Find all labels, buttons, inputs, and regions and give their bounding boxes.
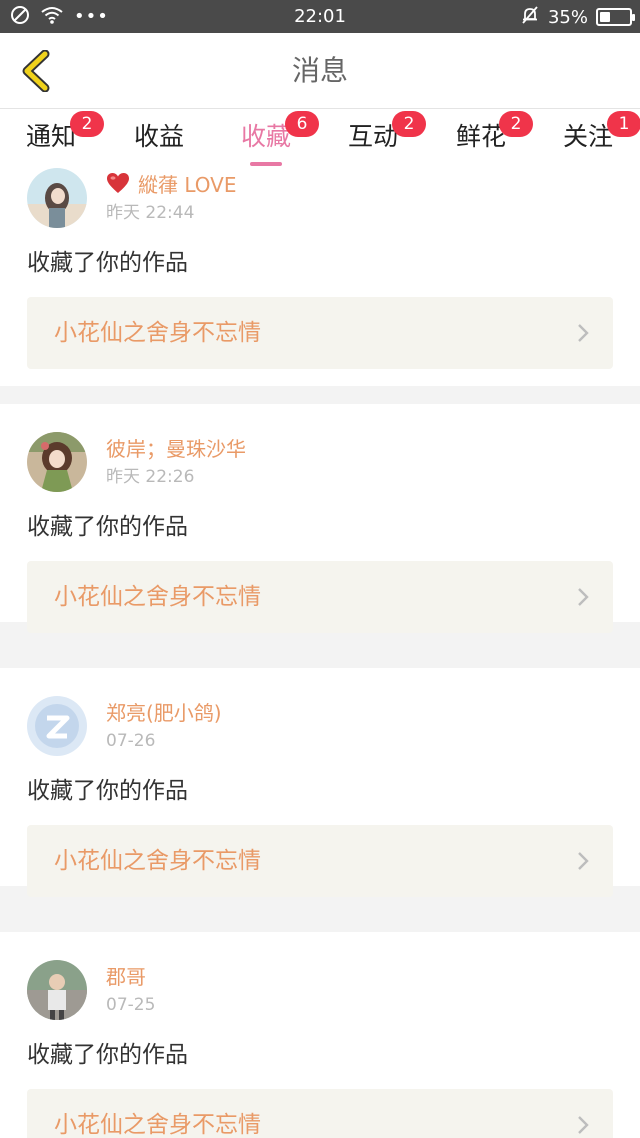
timestamp: 07-25 — [106, 995, 156, 1015]
feed-item: 彼岸；曼珠沙华 昨天 22:26 收藏了你的作品 小花仙之舍身不忘情 — [0, 404, 640, 633]
work-title: 小花仙之舍身不忘情 — [54, 320, 261, 346]
tab-earnings[interactable]: 收益 — [119, 122, 199, 168]
status-bar: ••• 22:01 35% — [0, 0, 640, 33]
chevron-right-icon — [578, 852, 589, 870]
work-link[interactable]: 小花仙之舍身不忘情 — [27, 297, 613, 369]
active-tab-indicator — [250, 162, 282, 166]
work-title: 小花仙之舍身不忘情 — [54, 584, 261, 610]
tab-label: 通知 — [25, 122, 76, 151]
nav-header: 消息 — [0, 33, 640, 109]
feed-item: 縱葎 LOVE 昨天 22:44 收藏了你的作品 小花仙之舍身不忘情 — [0, 168, 640, 386]
action-text: 收藏了你的作品 — [27, 250, 188, 276]
timestamp: 昨天 22:44 — [106, 203, 195, 223]
feed-item: 郑亮(肥小鸽) 07-26 收藏了你的作品 小花仙之舍身不忘情 — [0, 668, 640, 897]
avatar[interactable] — [27, 168, 87, 228]
tab-flowers[interactable]: 鲜花 2 — [441, 111, 533, 168]
heart-icon — [106, 172, 130, 198]
tab-label: 收藏 — [240, 122, 291, 151]
timestamp: 07-26 — [106, 731, 156, 751]
battery-percent: 35% — [547, 6, 588, 28]
battery-icon — [596, 8, 635, 26]
tab-label: 收益 — [133, 122, 184, 151]
favorites-feed[interactable]: 縱葎 LOVE 昨天 22:44 收藏了你的作品 小花仙之舍身不忘情 彼岸；曼珠… — [0, 168, 640, 1138]
user-name[interactable]: 郡哥 — [106, 964, 146, 990]
bell-muted-icon — [520, 5, 540, 30]
user-name[interactable]: 郑亮(肥小鸽) — [106, 700, 222, 726]
action-text: 收藏了你的作品 — [27, 1042, 188, 1068]
unread-badge: 2 — [499, 111, 533, 137]
unread-badge: 2 — [392, 111, 426, 137]
tab-label: 互动 — [347, 122, 398, 151]
feed-item: 郡哥 07-25 收藏了你的作品 小花仙之舍身不忘情 — [0, 932, 640, 1138]
work-title: 小花仙之舍身不忘情 — [54, 1112, 261, 1138]
user-name[interactable]: 彼岸；曼珠沙华 — [106, 436, 246, 462]
timestamp: 昨天 22:26 — [106, 467, 195, 487]
work-link[interactable]: 小花仙之舍身不忘情 — [27, 1089, 613, 1138]
tab-bar: 通知 2 收益 收藏 6 互动 2 鲜花 2 关注 1 — [0, 110, 640, 168]
avatar[interactable] — [27, 696, 87, 756]
unread-badge: 1 — [607, 111, 640, 137]
avatar[interactable] — [27, 432, 87, 492]
tab-notifications[interactable]: 通知 2 — [11, 111, 104, 168]
tab-interactions[interactable]: 互动 2 — [333, 111, 426, 168]
avatar[interactable] — [27, 960, 87, 1020]
tab-label: 关注 — [562, 122, 613, 151]
action-text: 收藏了你的作品 — [27, 778, 188, 804]
chevron-right-icon — [578, 1116, 589, 1134]
unread-badge: 2 — [70, 111, 104, 137]
work-link[interactable]: 小花仙之舍身不忘情 — [27, 825, 613, 897]
tab-following[interactable]: 关注 1 — [548, 111, 640, 168]
work-link[interactable]: 小花仙之舍身不忘情 — [27, 561, 613, 633]
unread-badge: 6 — [285, 111, 319, 137]
page-title: 消息 — [291, 54, 348, 87]
action-text: 收藏了你的作品 — [27, 514, 188, 540]
work-title: 小花仙之舍身不忘情 — [54, 848, 261, 874]
chevron-right-icon — [578, 324, 589, 342]
user-name[interactable]: 縱葎 LOVE — [138, 172, 237, 198]
tab-favorites[interactable]: 收藏 6 — [226, 111, 319, 168]
chevron-right-icon — [578, 588, 589, 606]
